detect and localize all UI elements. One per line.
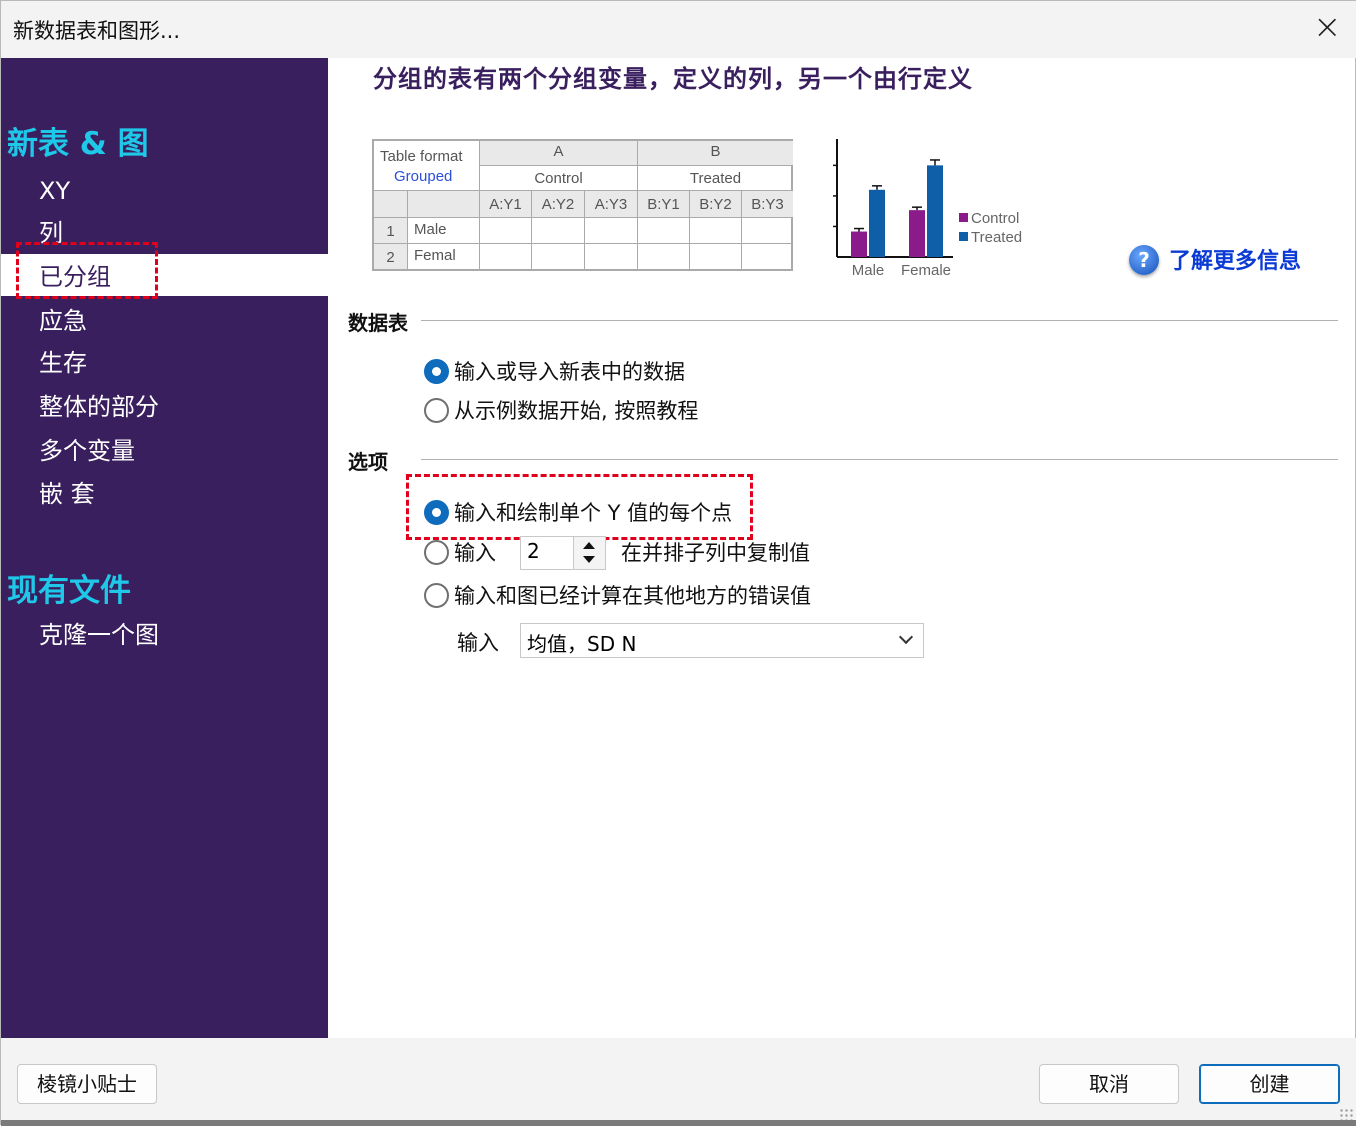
section-label-options: 选项	[348, 446, 396, 475]
preview-row-label: Femal	[408, 244, 480, 269]
chart-legend-swatch	[959, 232, 968, 241]
preview-subcolumn: B:Y1	[638, 191, 690, 218]
preview-blank-label	[408, 191, 480, 218]
table-format-preview: Table format Grouped A B Control Treated…	[372, 139, 793, 271]
create-button[interactable]: 创建	[1199, 1064, 1340, 1104]
stepper-buttons[interactable]	[573, 537, 605, 569]
preview-cell	[742, 218, 793, 244]
title-bar: 新数据表和图形... ×	[1, 1, 1356, 58]
preview-corner-subtitle: Grouped	[394, 168, 453, 185]
chart-bar	[909, 210, 925, 257]
dialog-window: 新数据表和图形... × 新表 & 图 XY 列 已分组 应急 生存 整体的部分…	[0, 0, 1356, 1126]
preview-cell	[532, 218, 585, 244]
preview-corner-title: Table format	[380, 148, 463, 165]
preview-cell	[638, 244, 690, 269]
sidebar-heading-new: 新表 & 图	[7, 126, 149, 162]
chevron-down-icon[interactable]	[898, 629, 914, 645]
chart-x-label: Female	[901, 262, 951, 279]
radio-label: 输入	[454, 541, 496, 565]
preview-subcolumn: A:Y1	[480, 191, 532, 218]
preview-subcolumn: B:Y3	[742, 191, 793, 218]
cancel-button[interactable]: 取消	[1039, 1064, 1179, 1104]
error-input-label: 输入	[457, 631, 499, 655]
preview-row-number: 2	[374, 244, 408, 269]
preview-cell	[480, 244, 532, 269]
sidebar-item-survival[interactable]: 生存	[39, 343, 87, 383]
radio-label-suffix: 在并排子列中复制值	[621, 541, 810, 565]
chart-x-label: Male	[852, 262, 885, 279]
section-label-data-table: 数据表	[348, 307, 416, 336]
section-divider	[421, 320, 1338, 321]
preview-cell	[690, 218, 742, 244]
footer-bar: 棱镜小贴士 取消 创建	[1, 1038, 1356, 1126]
radio-button[interactable]	[424, 398, 449, 423]
error-format-value: 均值，SD N	[527, 632, 637, 656]
preview-row-number: 1	[374, 218, 408, 244]
preview-cell	[585, 244, 638, 269]
close-icon[interactable]: ×	[1313, 10, 1342, 44]
chart-bar	[869, 189, 885, 257]
radio-label: 输入和图已经计算在其他地方的错误值	[454, 584, 811, 608]
chart-bar	[927, 165, 943, 257]
preview-subcolumn: A:Y2	[532, 191, 585, 218]
radio-label: 输入或导入新表中的数据	[454, 360, 685, 384]
arrow-down-icon[interactable]	[583, 556, 595, 563]
sidebar-heading-existing: 现有文件	[7, 573, 131, 609]
preview-group-b: B	[638, 141, 793, 166]
chart-legend-label: Treated	[971, 229, 1022, 246]
prism-tips-button[interactable]: 棱镜小贴士	[17, 1064, 157, 1104]
help-icon[interactable]: ?	[1129, 245, 1159, 275]
arrow-up-icon[interactable]	[583, 542, 595, 549]
chart-legend-label: Control	[971, 210, 1019, 227]
preview-group-a-name: Control	[480, 166, 638, 191]
sidebar-item-clone-graph[interactable]: 克隆一个图	[39, 615, 159, 655]
example-bar-chart: Male Female Control Treated	[833, 139, 1022, 279]
preview-cell	[532, 244, 585, 269]
preview-blank-num	[374, 191, 408, 218]
radio-button[interactable]	[424, 583, 449, 608]
preview-corner: Table format Grouped	[374, 141, 480, 191]
preview-subcolumn: B:Y2	[690, 191, 742, 218]
highlight-box-sidebar	[16, 242, 158, 299]
preview-cell	[742, 244, 793, 269]
page-title: 分组的表有两个分组变量，定义的列，另一个由行定义	[373, 64, 973, 93]
bottom-scrollbar[interactable]	[1, 1120, 1356, 1126]
highlight-box-option	[406, 474, 753, 540]
preview-cell	[480, 218, 532, 244]
error-format-select[interactable]: 均值，SD N	[520, 623, 924, 658]
preview-cell	[638, 218, 690, 244]
replicate-count-stepper[interactable]: 2	[520, 536, 606, 570]
sidebar-item-nested[interactable]: 嵌 套	[39, 474, 95, 514]
sidebar-item-contingency[interactable]: 应急	[39, 301, 87, 341]
preview-group-b-name: Treated	[638, 166, 793, 191]
learn-more-link[interactable]: 了解更多信息	[1169, 243, 1301, 275]
radio-label: 从示例数据开始, 按照教程	[454, 399, 699, 423]
window-title: 新数据表和图形...	[13, 19, 181, 43]
preview-cell	[585, 218, 638, 244]
chart-bar	[851, 231, 867, 257]
replicate-count-value[interactable]: 2	[527, 539, 540, 563]
radio-button[interactable]	[424, 540, 449, 565]
preview-group-a: A	[480, 141, 638, 166]
section-divider	[421, 459, 1338, 460]
sidebar-item-parts-of-whole[interactable]: 整体的部分	[39, 387, 159, 427]
chart-legend-swatch	[959, 213, 968, 222]
preview-row-label: Male	[408, 218, 480, 244]
sidebar: 新表 & 图 XY 列 已分组 应急 生存 整体的部分 多个变量 嵌 套 现有文…	[1, 58, 328, 1038]
sidebar-item-multiple-variables[interactable]: 多个变量	[39, 431, 135, 471]
radio-button-checked[interactable]	[424, 359, 449, 384]
sidebar-item-xy[interactable]: XY	[39, 171, 70, 211]
preview-cell	[690, 244, 742, 269]
preview-subcolumn: A:Y3	[585, 191, 638, 218]
